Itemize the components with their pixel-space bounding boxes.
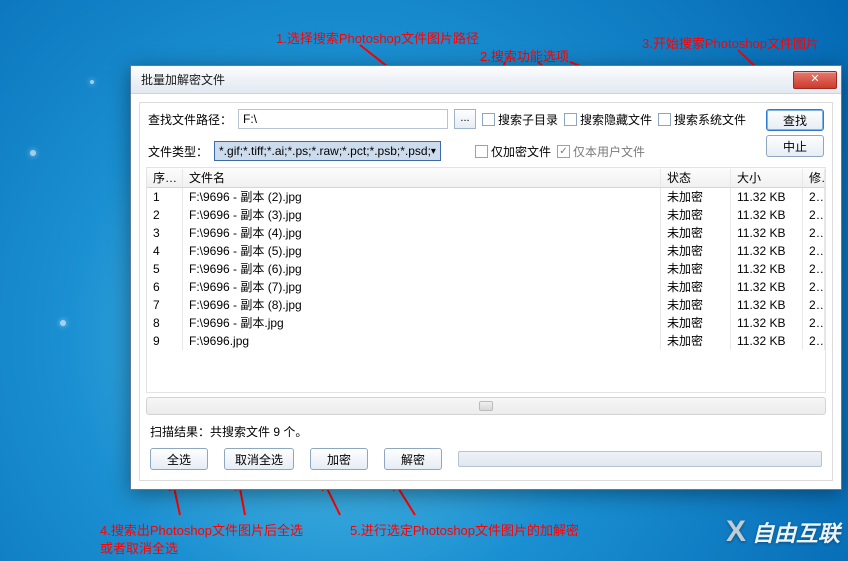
checkbox-encrypted-only[interactable]: 仅加密文件: [475, 143, 551, 160]
table-row[interactable]: 9F:\9696.jpg未加密11.32 KB20: [147, 332, 825, 350]
path-label: 查找文件路径：: [148, 111, 232, 128]
file-type-select[interactable]: *.gif;*.tiff;*.ai;*.ps;*.raw;*.pct;*.psb…: [214, 141, 441, 161]
col-filename[interactable]: 文件名: [183, 169, 661, 187]
table-row[interactable]: 4F:\9696 - 副本 (5).jpg未加密11.32 KB20: [147, 242, 825, 260]
checkbox-user-only[interactable]: ✓仅本用户文件: [557, 143, 645, 160]
annotation-4-line2: 或者取消全选: [100, 538, 178, 557]
horizontal-scrollbar[interactable]: [146, 397, 826, 415]
browse-button[interactable]: ...: [454, 109, 476, 129]
annotation-1: 1.选择搜索Photoshop文件图片路径: [276, 28, 479, 47]
col-size[interactable]: 大小: [731, 169, 803, 187]
watermark: X 自由互联: [726, 515, 840, 549]
encrypt-button[interactable]: 加密: [310, 448, 368, 470]
table-row[interactable]: 7F:\9696 - 副本 (8).jpg未加密11.32 KB20: [147, 296, 825, 314]
col-index[interactable]: 序号: [147, 169, 183, 187]
annotation-2: 2.搜索功能选项: [480, 46, 569, 65]
table-row[interactable]: 1F:\9696 - 副本 (2).jpg未加密11.32 KB20: [147, 188, 825, 206]
col-status[interactable]: 状态: [661, 169, 731, 187]
stop-button[interactable]: 中止: [766, 135, 824, 157]
close-button[interactable]: ✕: [793, 71, 837, 89]
select-all-button[interactable]: 全选: [150, 448, 208, 470]
decrypt-button[interactable]: 解密: [384, 448, 442, 470]
titlebar[interactable]: 批量加解密文件 ✕: [131, 66, 841, 94]
annotation-4-line1: 4.搜索出Photoshop文件图片后全选: [100, 520, 303, 539]
results-table: 序号 文件名 状态 大小 修 1F:\9696 - 副本 (2).jpg未加密1…: [146, 167, 826, 393]
path-input[interactable]: [238, 109, 448, 129]
checkbox-search-subdir[interactable]: 搜索子目录: [482, 111, 558, 128]
table-row[interactable]: 3F:\9696 - 副本 (4).jpg未加密11.32 KB20: [147, 224, 825, 242]
scan-result-text: 扫描结果：共搜索文件 9 个。: [140, 417, 832, 442]
table-row[interactable]: 8F:\9696 - 副本.jpg未加密11.32 KB20: [147, 314, 825, 332]
annotation-3: 3.开始搜索Photoshop文件图片: [642, 33, 819, 52]
watermark-x-icon: X: [726, 515, 746, 549]
col-modified[interactable]: 修: [803, 169, 825, 187]
window-title: 批量加解密文件: [141, 71, 793, 88]
table-row[interactable]: 6F:\9696 - 副本 (7).jpg未加密11.32 KB20: [147, 278, 825, 296]
annotation-5: 5.进行选定Photoshop文件图片的加解密: [350, 520, 579, 539]
dialog-window: 批量加解密文件 ✕ 查找文件路径： ... 搜索子目录 搜索隐藏文件 搜索系统文…: [130, 65, 842, 490]
search-button[interactable]: 查找: [766, 109, 824, 131]
checkbox-search-system[interactable]: 搜索系统文件: [658, 111, 746, 128]
table-row[interactable]: 2F:\9696 - 副本 (3).jpg未加密11.32 KB20: [147, 206, 825, 224]
checkbox-search-hidden[interactable]: 搜索隐藏文件: [564, 111, 652, 128]
chevron-down-icon: ▾: [431, 146, 436, 157]
deselect-all-button[interactable]: 取消全选: [224, 448, 294, 470]
progress-bar: [458, 451, 822, 467]
type-label: 文件类型：: [148, 143, 208, 160]
table-row[interactable]: 5F:\9696 - 副本 (6).jpg未加密11.32 KB20: [147, 260, 825, 278]
